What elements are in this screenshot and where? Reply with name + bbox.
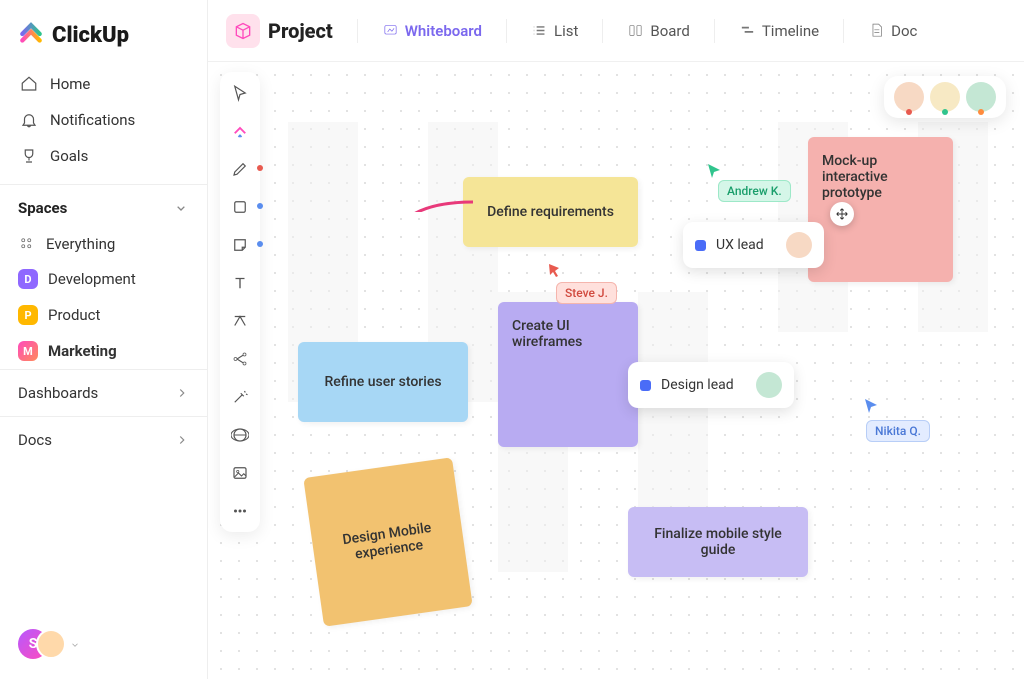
chevron-right-icon [175, 386, 189, 400]
space-marketing[interactable]: M Marketing [0, 333, 207, 369]
view-board-label: Board [650, 22, 689, 40]
user-switcher[interactable]: S [0, 611, 207, 679]
list-icon [531, 22, 548, 39]
nav-notifications[interactable]: Notifications [14, 102, 193, 138]
collab-avatar[interactable] [966, 82, 996, 112]
tool-image[interactable] [229, 462, 251, 484]
nav-docs[interactable]: Docs [0, 416, 207, 463]
view-doc[interactable]: Doc [858, 16, 927, 46]
tool-magic[interactable] [229, 386, 251, 408]
move-handle[interactable] [830, 202, 854, 226]
topbar: Project Whiteboard List Board Timeline [208, 0, 1024, 62]
nav-home-label: Home [50, 75, 90, 93]
nav-dashboards[interactable]: Dashboards [0, 369, 207, 416]
nav-goals[interactable]: Goals [14, 138, 193, 174]
brand-logo[interactable]: ClickUp [0, 0, 207, 66]
collaborator-presence[interactable] [884, 76, 1006, 118]
cube-icon [233, 21, 253, 41]
assignee-avatar[interactable] [786, 232, 812, 258]
view-timeline[interactable]: Timeline [729, 16, 829, 46]
cursor-steve-label: Steve J. [556, 282, 617, 304]
tool-select[interactable] [229, 82, 251, 104]
view-list[interactable]: List [521, 16, 588, 46]
space-development-label: Development [48, 270, 136, 288]
spaces-header[interactable]: Spaces [0, 184, 207, 227]
tool-pen[interactable] [229, 158, 251, 180]
spaces-label: Spaces [18, 199, 67, 217]
doc-icon [868, 22, 885, 39]
collab-avatar[interactable] [930, 82, 960, 112]
note-create-wireframes[interactable]: Create UI wireframes [498, 302, 638, 447]
whiteboard-toolbar [220, 72, 260, 532]
note-design-mobile[interactable]: Design Mobile experience [303, 457, 472, 626]
bell-icon [20, 111, 38, 129]
space-everything[interactable]: Everything [0, 227, 207, 261]
assignee-avatar[interactable] [756, 372, 782, 398]
note-finalize-style-guide[interactable]: Finalize mobile style guide [628, 507, 808, 577]
board-icon [627, 22, 644, 39]
avatar-stack: S [18, 629, 64, 661]
space-badge-m: M [18, 341, 38, 361]
space-everything-label: Everything [46, 235, 115, 253]
cursor-nikita-icon [863, 397, 879, 413]
view-whiteboard[interactable]: Whiteboard [372, 16, 492, 46]
cursor-steve-icon [546, 262, 562, 278]
home-icon [20, 75, 38, 93]
task-ux-lead[interactable]: UX lead [683, 222, 824, 268]
trophy-icon [20, 147, 38, 165]
project-icon[interactable] [226, 14, 260, 48]
cursor-nikita-label: Nikita Q. [866, 420, 930, 442]
tool-web[interactable] [229, 424, 251, 446]
view-list-label: List [554, 22, 578, 40]
task-ux-lead-label: UX lead [716, 237, 764, 253]
whiteboard-icon [382, 22, 399, 39]
space-product[interactable]: P Product [0, 297, 207, 333]
status-square [695, 240, 706, 251]
space-product-label: Product [48, 306, 100, 324]
caret-down-icon [70, 640, 80, 650]
view-whiteboard-label: Whiteboard [405, 22, 482, 40]
move-icon [835, 207, 849, 221]
chevron-right-icon [175, 433, 189, 447]
sidebar: ClickUp Home Notifications Goals Spaces … [0, 0, 208, 679]
collab-avatar[interactable] [894, 82, 924, 112]
tool-relations[interactable] [229, 348, 251, 370]
view-timeline-label: Timeline [762, 22, 819, 40]
tool-connector[interactable] [229, 310, 251, 332]
chevron-down-icon [173, 200, 189, 216]
task-design-lead-label: Design lead [661, 377, 734, 393]
nav-dashboards-label: Dashboards [18, 384, 98, 402]
tool-more[interactable] [229, 500, 251, 522]
tool-clickup[interactable] [229, 120, 251, 142]
tool-sticky[interactable] [229, 234, 251, 256]
note-refine-user-stories[interactable]: Refine user stories [298, 342, 468, 422]
note-define-requirements[interactable]: Define requirements [463, 177, 638, 247]
nav-home[interactable]: Home [14, 66, 193, 102]
status-square [640, 380, 651, 391]
space-development[interactable]: D Development [0, 261, 207, 297]
space-marketing-label: Marketing [48, 342, 117, 360]
view-board[interactable]: Board [617, 16, 699, 46]
whiteboard-canvas[interactable]: Define requirements Refine user stories … [208, 62, 1024, 679]
tool-text[interactable] [229, 272, 251, 294]
task-design-lead[interactable]: Design lead [628, 362, 794, 408]
project-title: Project [268, 19, 333, 43]
nav-notifications-label: Notifications [50, 111, 135, 129]
space-badge-p: P [18, 305, 38, 325]
everything-icon [18, 235, 36, 253]
nav-goals-label: Goals [50, 147, 88, 165]
space-badge-d: D [18, 269, 38, 289]
timeline-icon [739, 22, 756, 39]
cursor-andrew-icon [706, 162, 722, 178]
nav-docs-label: Docs [18, 431, 52, 449]
tool-shape[interactable] [229, 196, 251, 218]
clickup-logo-icon [18, 22, 44, 48]
cursor-andrew-label: Andrew K. [718, 180, 791, 202]
view-doc-label: Doc [891, 22, 917, 40]
brand-name: ClickUp [52, 23, 129, 48]
